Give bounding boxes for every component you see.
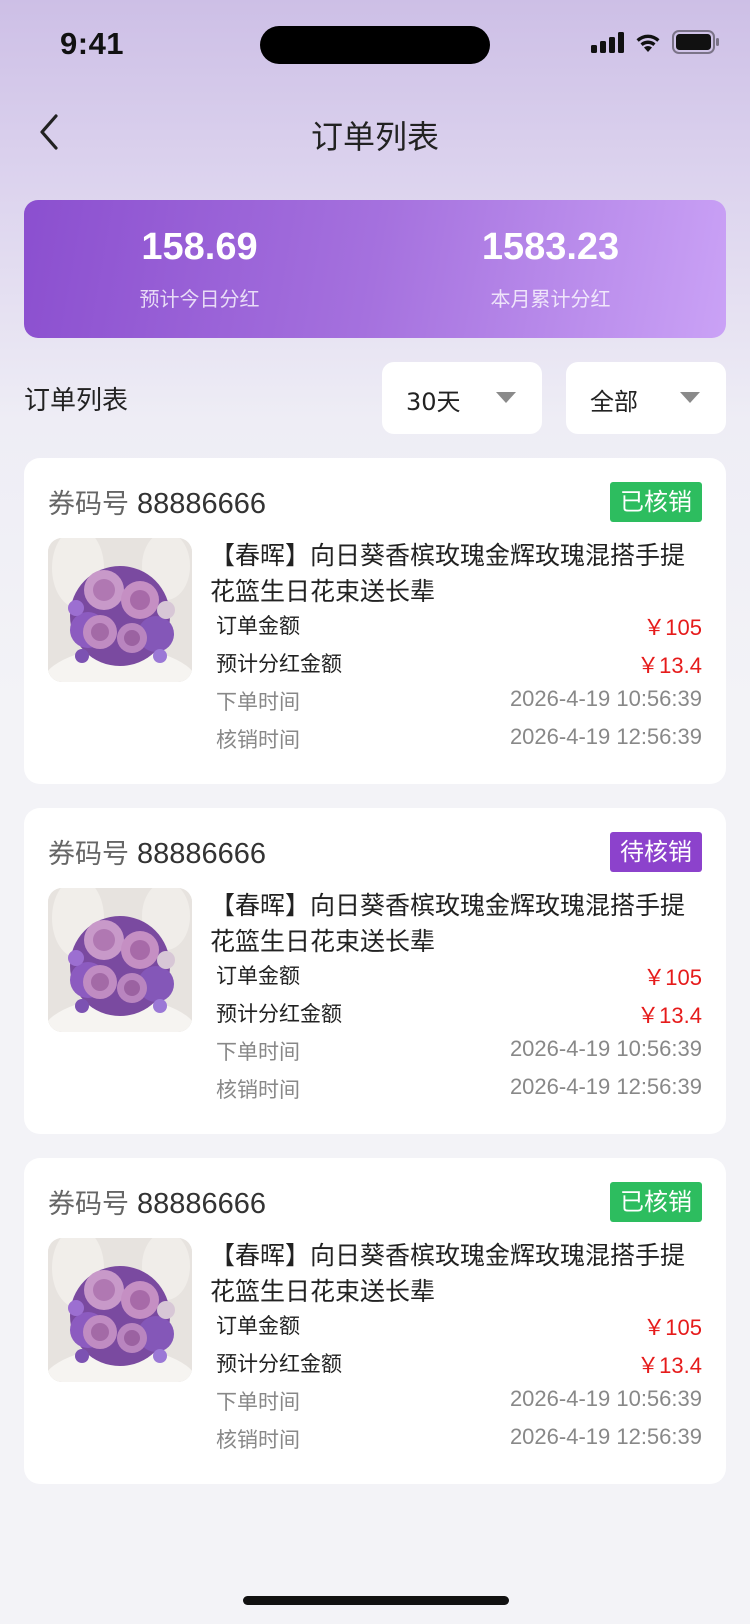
dynamic-island: [260, 26, 490, 64]
caret-down-icon: [680, 392, 700, 403]
flower-bouquet-image: [48, 1238, 192, 1382]
bonus-amount-label: 预计分红金额: [216, 652, 342, 676]
cellular-signal-icon: [591, 31, 624, 53]
coupon-line: 券码号 88886666: [48, 482, 266, 521]
month-bonus: 1583.23 本月累计分红: [375, 200, 726, 338]
verify-time-label: 核销时间: [216, 1428, 300, 1452]
flower-bouquet-image: [48, 538, 192, 682]
verify-time-value: 2026-4-19 12:56:39: [509, 1424, 702, 1449]
month-bonus-label: 本月累计分红: [490, 287, 611, 311]
order-time-value: 2026-4-19 10:56:39: [509, 1386, 702, 1411]
verify-time-value: 2026-4-19 12:56:39: [509, 724, 702, 749]
verify-time-row: 核销时间 2026-4-19 12:56:39: [216, 724, 702, 754]
page-title: 订单列表: [310, 118, 439, 156]
bonus-amount-label: 预计分红金额: [216, 1352, 342, 1376]
order-amount-row: 订单金额 ￥105: [216, 610, 702, 640]
filter-row: 订单列表 30天 全部: [24, 362, 726, 434]
today-bonus-label: 预计今日分红: [139, 287, 260, 311]
wifi-icon: [634, 31, 662, 53]
coupon-label: 券码号: [48, 839, 129, 870]
bonus-amount-row: 预计分红金额 ￥13.4: [216, 648, 702, 678]
battery-icon: [672, 30, 720, 54]
coupon-label: 券码号: [48, 489, 129, 520]
order-time-label: 下单时间: [216, 1040, 300, 1064]
status-badge: 待核销: [610, 832, 702, 872]
order-time-value: 2026-4-19 10:56:39: [509, 686, 702, 711]
order-time-row: 下单时间 2026-4-19 10:56:39: [216, 686, 702, 716]
flower-bouquet-image: [48, 888, 192, 1032]
bonus-amount-row: 预计分红金额 ￥13.4: [216, 998, 702, 1028]
status-time: 9:41: [60, 26, 125, 61]
home-indicator: [243, 1596, 509, 1605]
verify-time-row: 核销时间 2026-4-19 12:56:39: [216, 1424, 702, 1454]
status-filter-dropdown[interactable]: 全部: [566, 362, 726, 434]
status-badge: 已核销: [610, 1182, 702, 1222]
coupon-number: 88886666: [137, 488, 267, 520]
coupon-number: 88886666: [137, 838, 267, 870]
today-bonus-value: 158.69: [141, 226, 258, 268]
order-amount-label: 订单金额: [216, 964, 300, 988]
verify-time-value: 2026-4-19 12:56:39: [509, 1074, 702, 1099]
bonus-amount-value: ￥13.4: [637, 1353, 702, 1378]
order-time-row: 下单时间 2026-4-19 10:56:39: [216, 1386, 702, 1416]
verify-time-label: 核销时间: [216, 1078, 300, 1102]
product-name: 【春晖】向日葵香槟玫瑰金辉玫瑰混搭手提花篮生日花束送长辈: [210, 541, 686, 606]
days-filter-value: 30天: [406, 388, 461, 416]
order-amount-label: 订单金额: [216, 1314, 300, 1338]
order-card[interactable]: 券码号 88886666 待核销 【春晖】向日葵香槟玫瑰金辉玫瑰混搭手提花篮生日…: [24, 808, 726, 1134]
days-filter-dropdown[interactable]: 30天: [382, 362, 542, 434]
order-amount-row: 订单金额 ￥105: [216, 960, 702, 990]
order-time-label: 下单时间: [216, 1390, 300, 1414]
month-bonus-value: 1583.23: [481, 226, 620, 268]
order-amount-value: ￥105: [643, 615, 702, 640]
caret-down-icon: [496, 392, 516, 403]
product-name: 【春晖】向日葵香槟玫瑰金辉玫瑰混搭手提花篮生日花束送长辈: [210, 1241, 686, 1306]
status-bar: 9:41: [0, 0, 750, 90]
status-badge: 已核销: [610, 482, 702, 522]
order-amount-value: ￥105: [643, 1315, 702, 1340]
section-title: 订单列表: [24, 386, 129, 416]
today-bonus: 158.69 预计今日分红: [24, 200, 375, 338]
coupon-label: 券码号: [48, 1189, 129, 1220]
bonus-amount-value: ￥13.4: [637, 653, 702, 678]
order-amount-label: 订单金额: [216, 614, 300, 638]
bonus-amount-label: 预计分红金额: [216, 1002, 342, 1026]
coupon-number: 88886666: [137, 1188, 267, 1220]
order-card[interactable]: 券码号 88886666 已核销 【春晖】向日葵香槟玫瑰金辉玫瑰混搭手提花篮生日…: [24, 1158, 726, 1484]
bonus-amount-row: 预计分红金额 ￥13.4: [216, 1348, 702, 1378]
order-time-value: 2026-4-19 10:56:39: [509, 1036, 702, 1061]
product-name: 【春晖】向日葵香槟玫瑰金辉玫瑰混搭手提花篮生日花束送长辈: [210, 891, 686, 956]
status-icons: [591, 30, 720, 54]
verify-time-row: 核销时间 2026-4-19 12:56:39: [216, 1074, 702, 1104]
verify-time-label: 核销时间: [216, 728, 300, 752]
nav-bar: 订单列表: [0, 100, 750, 164]
coupon-line: 券码号 88886666: [48, 832, 266, 871]
order-time-row: 下单时间 2026-4-19 10:56:39: [216, 1036, 702, 1066]
bonus-amount-value: ￥13.4: [637, 1003, 702, 1028]
order-time-label: 下单时间: [216, 690, 300, 714]
order-amount-row: 订单金额 ￥105: [216, 1310, 702, 1340]
coupon-line: 券码号 88886666: [48, 1182, 266, 1221]
order-card[interactable]: 券码号 88886666 已核销 【春晖】向日葵香槟玫瑰金辉玫瑰混搭手提花篮生日…: [24, 458, 726, 784]
status-filter-value: 全部: [590, 388, 638, 416]
bonus-summary-card: 158.69 预计今日分红 1583.23 本月累计分红: [24, 200, 726, 338]
order-amount-value: ￥105: [643, 965, 702, 990]
